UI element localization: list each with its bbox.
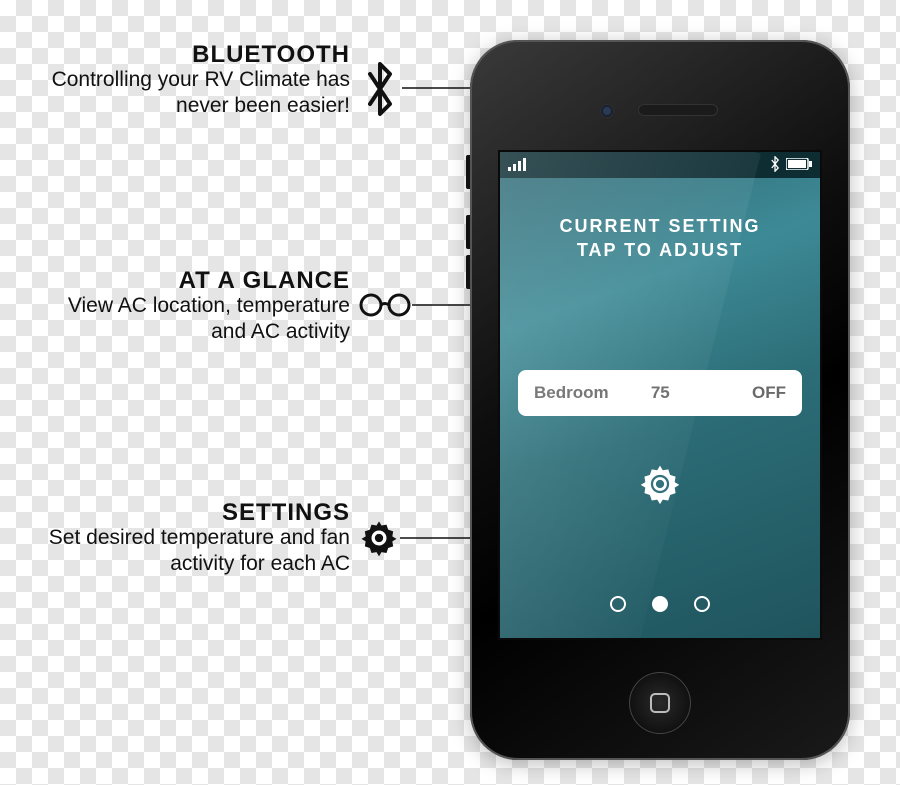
callout-bluetooth-body: Controlling your RV Climate has never be… — [40, 67, 350, 120]
app-heading-line1: CURRENT SETTING — [500, 214, 820, 238]
callout-bluetooth: BLUETOOTH Controlling your RV Climate ha… — [40, 42, 350, 120]
phone-frame: CURRENT SETTING TAP TO ADJUST Bedroom 75… — [470, 40, 850, 760]
ear-speaker — [638, 104, 718, 116]
app-heading: CURRENT SETTING TAP TO ADJUST — [500, 214, 820, 263]
pager-dots — [500, 596, 820, 612]
callout-glance: AT A GLANCE View AC location, temperatur… — [40, 268, 350, 346]
battery-icon — [786, 158, 812, 173]
callout-glance-title: AT A GLANCE — [40, 268, 350, 293]
pager-dot-0[interactable] — [610, 596, 626, 612]
ac-row[interactable]: Bedroom 75 OFF — [518, 370, 802, 416]
signal-icon — [508, 157, 530, 174]
ac-activity: OFF — [752, 383, 786, 403]
gear-icon — [359, 518, 399, 563]
callout-settings-title: SETTINGS — [0, 500, 350, 525]
home-button[interactable] — [629, 672, 691, 734]
callout-glance-body: View AC location, temperature and AC act… — [40, 293, 350, 346]
pager-dot-2[interactable] — [694, 596, 710, 612]
app-heading-line2: TAP TO ADJUST — [500, 238, 820, 262]
ac-location: Bedroom — [534, 383, 609, 403]
front-camera — [600, 104, 614, 118]
settings-gear-button[interactable] — [638, 462, 682, 511]
pager-dot-1[interactable] — [652, 596, 668, 612]
glasses-icon — [359, 290, 411, 325]
bluetooth-icon — [360, 58, 400, 125]
bluetooth-status-icon — [770, 156, 780, 175]
ac-temperature: 75 — [609, 383, 752, 403]
callout-settings: SETTINGS Set desired temperature and fan… — [0, 500, 350, 578]
callout-bluetooth-title: BLUETOOTH — [40, 42, 350, 67]
callout-settings-body: Set desired temperature and fan activity… — [0, 525, 350, 578]
status-bar — [500, 152, 820, 178]
phone-screen: CURRENT SETTING TAP TO ADJUST Bedroom 75… — [498, 150, 822, 640]
